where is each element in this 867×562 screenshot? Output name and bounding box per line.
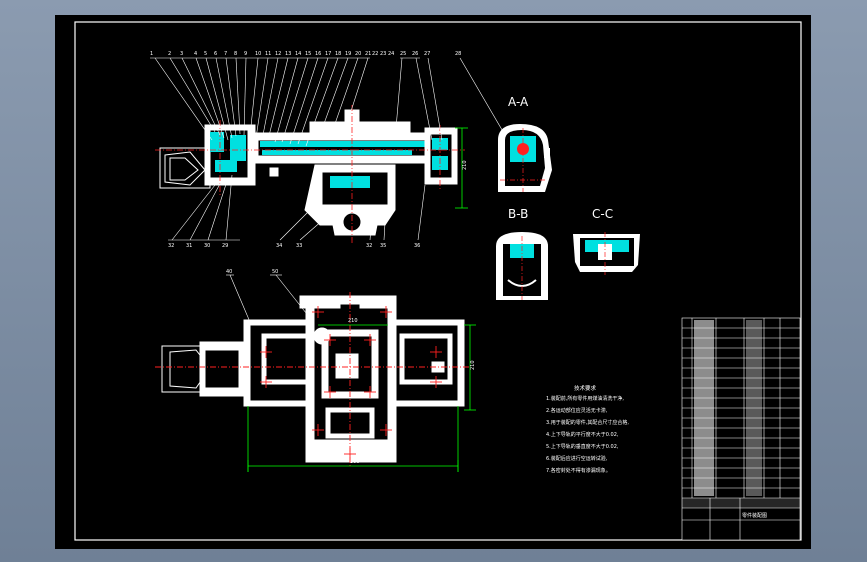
tech-note-line: 5.上下导轨的垂直度不大于0.02, — [546, 443, 619, 450]
part-number-label: 20 — [355, 51, 361, 57]
drawing-title: 零件装配图 — [742, 512, 767, 519]
part-number-label: 2 — [168, 51, 171, 57]
plan-view — [161, 295, 465, 463]
part-number-label: 3 — [180, 51, 183, 57]
cad-drawing-canvas: 2 10 1 2 3 4 5 6 7 8 9 10 11 12 13 14 15 … — [74, 21, 802, 541]
part-number-label: 34 — [276, 243, 282, 249]
part-number-label: 14 — [295, 51, 301, 57]
part-number-label: 19 — [345, 51, 351, 57]
part-number-label: 29 — [222, 243, 228, 249]
part-number-label: 21 — [365, 51, 371, 57]
part-number-label: 9 — [244, 51, 247, 57]
tech-note-line: 2.各运动部位应灵活无卡滞, — [546, 407, 608, 414]
part-number-label: 5 — [204, 51, 207, 57]
plan-height-dimension: 210 — [470, 360, 476, 370]
plan-width-dimension: 300 — [350, 459, 360, 465]
section-a-title: A-A — [508, 95, 529, 109]
part-number-label: 28 — [455, 51, 461, 57]
technical-notes: 技术要求 1.装配前,所有零件用煤油清洗干净, 2.各运动部位应灵活无卡滞, 3… — [546, 384, 629, 474]
side-view — [159, 109, 458, 236]
section-a-view — [498, 124, 552, 192]
part-number-label: 16 — [315, 51, 321, 57]
part-number-label: 17 — [325, 51, 331, 57]
part-number-label: 13 — [285, 51, 291, 57]
part-number-label: 23 — [380, 51, 386, 57]
part-number-label: 4 — [194, 51, 197, 57]
part-number-label: 1 — [150, 51, 153, 57]
part-number-label: 36 — [414, 243, 420, 249]
plan-part-label: 50 — [272, 269, 278, 275]
plan-part-label: 40 — [226, 269, 232, 275]
part-number-label: 8 — [234, 51, 237, 57]
top-part-numbers: 1 2 3 4 5 6 7 8 9 10 11 12 13 14 15 16 1… — [150, 51, 461, 57]
tech-note-line: 1.装配前,所有零件用煤油清洗干净, — [546, 395, 624, 402]
bottom-part-numbers: 32 31 30 29 34 33 32 35 36 — [168, 243, 420, 249]
part-number-label: 25 — [400, 51, 406, 57]
part-number-label: 32 — [366, 243, 372, 249]
part-number-label: 22 — [372, 51, 378, 57]
part-number-label: 27 — [424, 51, 430, 57]
part-number-label: 33 — [296, 243, 302, 249]
part-number-label: 26 — [412, 51, 418, 57]
part-number-label: 31 — [186, 243, 192, 249]
tech-note-line: 4.上下导轨的平行度不大于0.02, — [546, 431, 619, 438]
plan-leader-lines — [226, 274, 311, 323]
tech-note-line: 3.用于装配的零件,其配合尺寸应合格, — [546, 419, 629, 426]
section-c-title: C-C — [592, 207, 613, 221]
plan-inner-dimension: 210 — [348, 318, 358, 324]
tech-note-line: 6.装配后应进行空运转试验, — [546, 455, 608, 462]
part-number-label: 11 — [265, 51, 271, 57]
part-number-label: 24 — [388, 51, 394, 57]
part-number-label: 15 — [305, 51, 311, 57]
part-number-label: 12 — [275, 51, 281, 57]
part-number-label: 35 — [380, 243, 386, 249]
section-c-view — [573, 232, 640, 275]
part-number-label: 7 — [224, 51, 227, 57]
tech-note-line: 7.各密封处不得有渗漏现象。 — [546, 467, 611, 474]
part-number-label: 6 — [214, 51, 217, 57]
side-height-dimension: 210 — [462, 160, 468, 170]
part-number-label: 10 — [255, 51, 261, 57]
part-number-label: 18 — [335, 51, 341, 57]
tech-notes-title: 技术要求 — [574, 384, 597, 392]
section-b-view — [496, 232, 548, 300]
part-number-label: 32 — [168, 243, 174, 249]
part-number-label: 30 — [204, 243, 210, 249]
section-b-title: B-B — [508, 207, 528, 221]
